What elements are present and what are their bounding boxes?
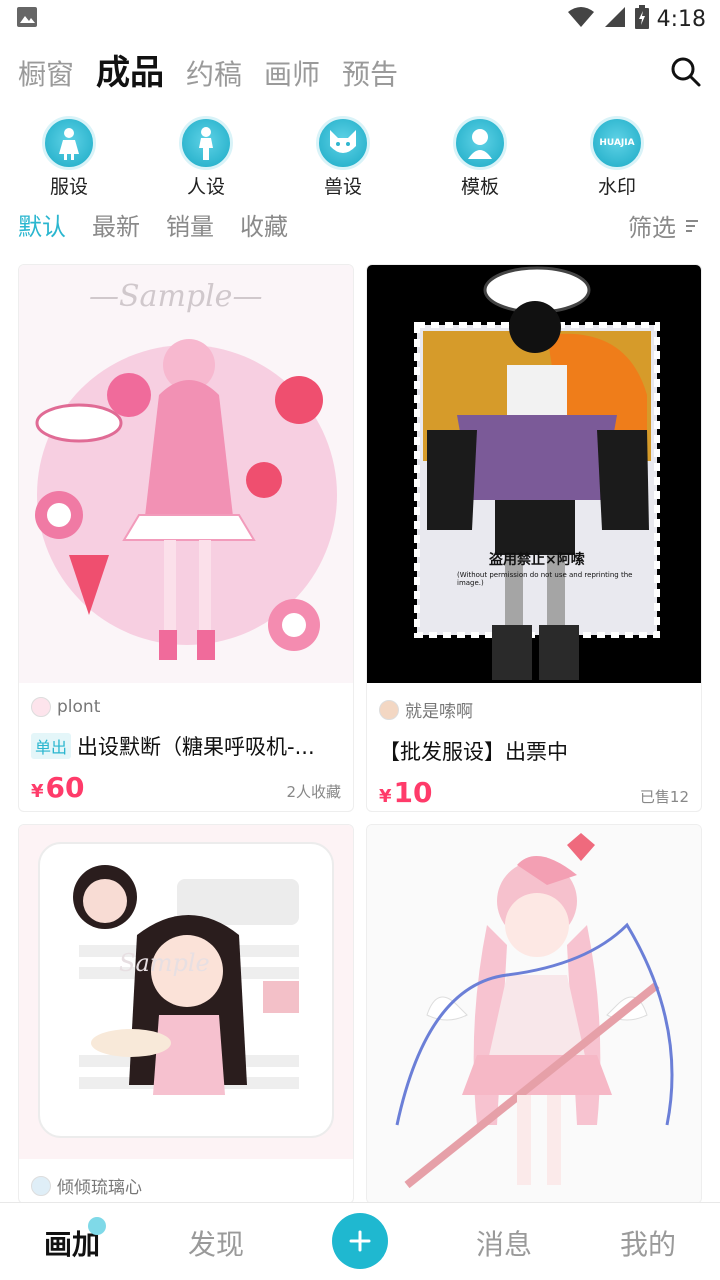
top-category-tabs: 橱窗 成品 约稿 画师 预告 [18,48,420,100]
bust-template-icon [453,116,507,170]
dress-figure-icon [42,116,96,170]
product-card[interactable]: 盗用禁止×阿嗦 (Without permission do not use a… [366,264,702,812]
product-card[interactable]: —Sample— plont 单出 出设默断（糖果呼吸机-... ¥60 2人收… [18,264,354,812]
avatar [31,697,51,717]
product-title-text: 出设默断（糖果呼吸机-... [77,735,315,759]
sort-default[interactable]: 默认 [18,207,66,242]
tab-showcase[interactable]: 橱窗 [18,50,74,100]
artwork-illustration [395,833,674,1189]
product-card[interactable]: Sample 倾倾琉璃心 [18,824,354,1204]
sample-watermark: Sample [119,949,210,977]
card-body: plont 单出 出设默断（糖果呼吸机-... ¥60 2人收藏 [19,683,353,804]
product-image[interactable] [367,825,701,1203]
watermark-text: 盗用禁止×阿嗦 [489,552,585,568]
author-name: 倾倾琉璃心 [57,1178,142,1198]
price-row: ¥10 已售12 [379,776,689,809]
avatar [31,1175,51,1196]
price: ¥10 [379,776,433,809]
artwork-illustration [35,339,337,660]
product-image[interactable]: Sample [19,825,353,1159]
artwork-illustration [414,266,660,680]
category-beast-design[interactable]: 兽设 [288,116,398,199]
product-image[interactable]: 盗用禁止×阿嗦 (Without permission do not use a… [367,265,701,683]
product-title: 【批发服设】出票中 [379,736,689,766]
add-button[interactable] [332,1213,388,1269]
product-title-text: 【批发服设】出票中 [379,740,568,764]
filter-label: 筛选 [628,214,676,242]
tab-commission[interactable]: 约稿 [186,50,242,100]
author[interactable]: plont [31,697,341,717]
product-title: 单出 出设默断（糖果呼吸机-... [31,731,341,761]
tab-preview[interactable]: 预告 [342,50,398,100]
price: ¥60 [31,771,85,804]
category-label: 模板 [460,176,499,198]
price-row: ¥60 2人收藏 [31,771,341,804]
sort-tabs: 默认 最新 销量 收藏 筛选 [18,204,702,244]
category-clothing-design[interactable]: 服设 [14,116,124,199]
status-time: 4:18 [656,6,706,32]
wifi-icon [567,6,595,32]
category-label: 服设 [49,176,88,198]
product-image[interactable]: —Sample— [19,265,353,683]
status-bar: 4:18 [0,0,720,38]
tab-finished[interactable]: 成品 [96,48,164,98]
category-watermark[interactable]: HUAJIA 水印 [562,116,672,199]
card-body: 倾倾琉璃心 [19,1159,353,1198]
category-template[interactable]: 模板 [425,116,535,199]
tab-artists[interactable]: 画师 [264,50,320,100]
author-name: plont [57,697,101,717]
notification-dot [88,1217,106,1235]
person-figure-icon [179,116,233,170]
nav-profile[interactable]: 我的 [620,1223,676,1263]
filter-button[interactable]: 筛选 [628,208,700,243]
nav-messages[interactable]: 消息 [476,1223,532,1263]
watermark-subtext: (Without permission do not use and repri… [457,571,633,587]
artwork-illustration [38,842,334,1138]
category-label: 水印 [597,176,636,198]
sort-sales[interactable]: 销量 [166,207,214,242]
search-icon [671,57,701,87]
product-card[interactable] [366,824,702,1204]
author[interactable]: 倾倾琉璃心 [31,1173,341,1198]
category-label: 人设 [186,176,225,198]
avatar [379,699,399,720]
plus-icon [349,1230,371,1252]
animal-face-icon [316,116,370,170]
nav-discover[interactable]: 发现 [188,1223,244,1263]
single-tag: 单出 [31,733,72,759]
battery-charging-icon [634,5,649,33]
sample-watermark: —Sample— [89,279,263,314]
signal-icon [603,6,627,32]
search-button[interactable] [666,52,706,92]
watermark-icon: HUAJIA [590,116,644,170]
filter-lines-icon [686,219,698,232]
favorites-count: 2人收藏 [286,783,341,801]
bottom-navigation: 画加 发现 消息 我的 [0,1202,720,1280]
author-name: 就是嗦啊 [405,702,473,722]
sort-favorites[interactable]: 收藏 [240,207,288,242]
category-character-design[interactable]: 人设 [151,116,261,199]
sold-count: 已售12 [639,788,689,806]
sort-latest[interactable]: 最新 [92,207,140,242]
category-label: 兽设 [323,176,362,198]
card-body: 就是嗦啊 【批发服设】出票中 ¥10 已售12 [367,683,701,809]
gallery-notification-icon [16,6,38,32]
category-icon-row: 服设 人设 兽设 模板 HUAJIA 水印 [0,116,720,202]
author[interactable]: 就是嗦啊 [379,697,689,722]
